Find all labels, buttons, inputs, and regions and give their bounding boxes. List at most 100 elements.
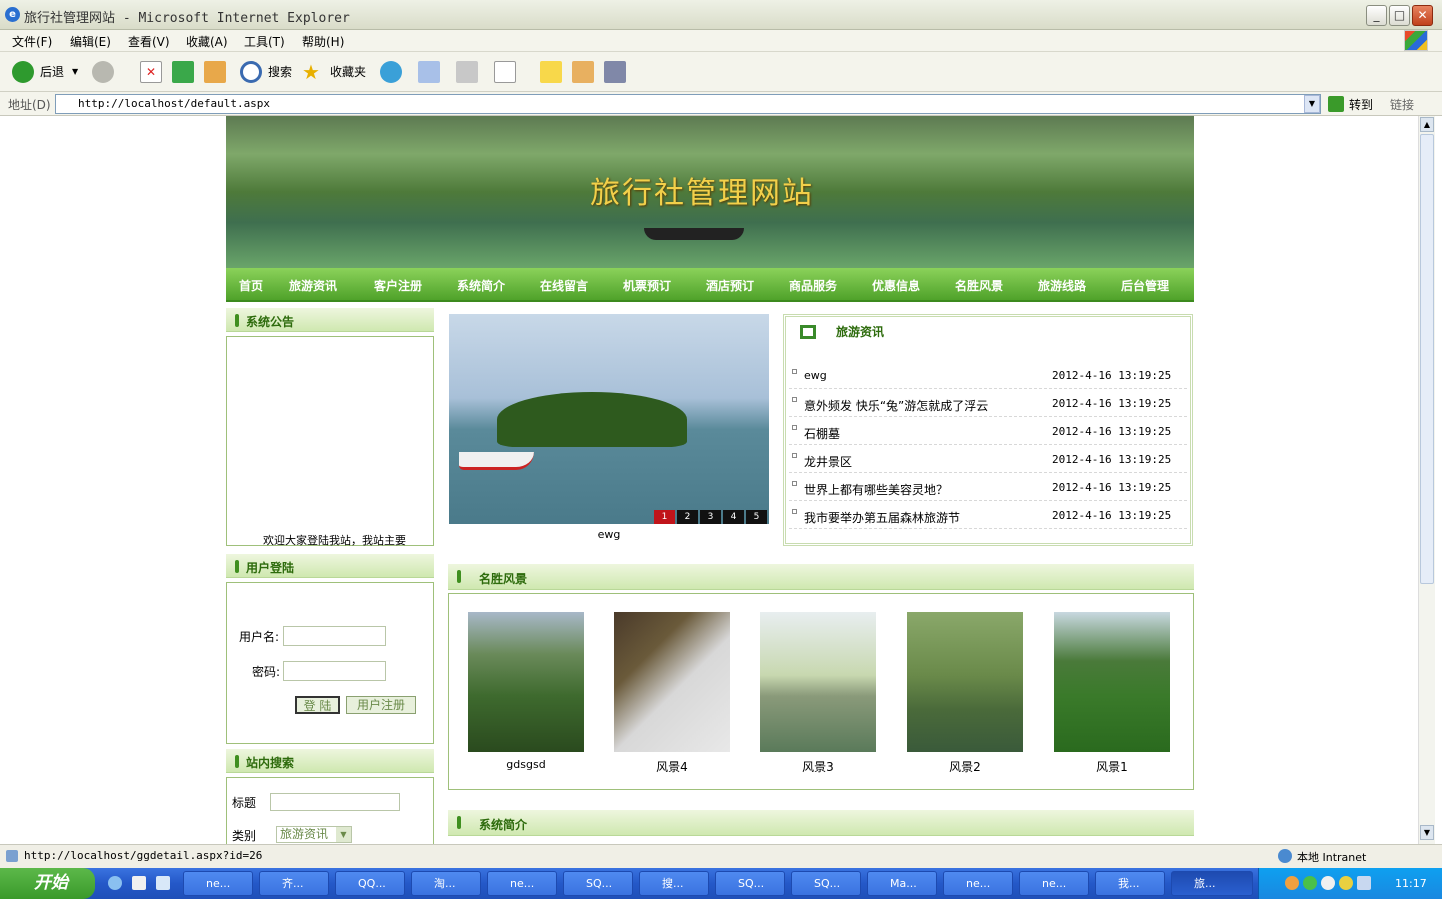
taskbar-item[interactable]: SQ... (563, 871, 633, 896)
news-item[interactable]: 我市要举办第五届森林旅游节 2012-4-16 13:19:25 (789, 501, 1187, 529)
nav-admin[interactable]: 后台管理 (1121, 277, 1169, 294)
scenery-caption[interactable]: 风景2 (907, 758, 1023, 775)
tray-icon[interactable] (1321, 876, 1335, 890)
taskbar-item[interactable]: QQ... (335, 871, 405, 896)
scenery-photo[interactable] (614, 612, 730, 752)
taskbar-item[interactable]: 齐... (259, 871, 329, 896)
news-item-title[interactable]: 世界上都有哪些美容灵地？ (804, 481, 948, 498)
news-item[interactable]: 龙井景区 2012-4-16 13:19:25 (789, 445, 1187, 473)
scroll-down-icon[interactable]: ▼ (1420, 825, 1434, 840)
news-item-title[interactable]: 石棚墓 (804, 425, 840, 442)
go-button[interactable]: 转到 (1349, 96, 1373, 113)
scenery-photo[interactable] (760, 612, 876, 752)
refresh-icon[interactable] (172, 61, 194, 83)
taskbar-item[interactable]: ne... (183, 871, 253, 896)
scenery-photo[interactable] (907, 612, 1023, 752)
scenery-caption[interactable]: 风景3 (760, 758, 876, 775)
nav-home[interactable]: 首页 (239, 277, 263, 294)
news-item[interactable]: ewg 2012-4-16 13:19:25 (789, 361, 1187, 389)
news-item-title[interactable]: 意外频发 快乐“兔”游怎就成了浮云 (804, 397, 988, 414)
slideshow-caption[interactable]: ewg (449, 528, 769, 541)
address-dropdown-icon[interactable]: ▼ (1304, 95, 1320, 113)
history-icon[interactable] (380, 61, 402, 83)
menu-file[interactable]: 文件(F) (12, 33, 52, 50)
tray-icon[interactable] (1285, 876, 1299, 890)
nav-guestbook[interactable]: 在线留言 (540, 277, 588, 294)
home-icon[interactable] (204, 61, 226, 83)
nav-flight[interactable]: 机票预订 (623, 277, 671, 294)
back-dropdown-icon[interactable]: ▼ (72, 60, 78, 84)
scroll-up-icon[interactable]: ▲ (1420, 117, 1434, 132)
ie-quicklaunch-icon[interactable] (108, 876, 122, 890)
favorites-star-icon[interactable]: ★ (302, 60, 320, 84)
slideshow-image[interactable]: 1 2 3 4 5 (449, 314, 769, 524)
news-item-title[interactable]: 龙井景区 (804, 453, 852, 470)
taskbar-item[interactable]: 淘... (411, 871, 481, 896)
close-button[interactable]: ✕ (1412, 5, 1433, 26)
scroll-thumb[interactable] (1420, 134, 1434, 584)
nav-about[interactable]: 系统简介 (457, 277, 505, 294)
scenery-photo[interactable] (1054, 612, 1170, 752)
scenery-item[interactable]: 风景2 (907, 612, 1023, 774)
login-button[interactable]: 登 陆 (295, 696, 340, 714)
scenery-caption[interactable]: 风景1 (1054, 758, 1170, 775)
nav-offers[interactable]: 优惠信息 (872, 277, 920, 294)
scenery-item[interactable]: 风景1 (1054, 612, 1170, 774)
taskbar-item[interactable]: ne... (943, 871, 1013, 896)
mail-icon[interactable] (418, 61, 440, 83)
slide-4-button[interactable]: 4 (723, 510, 744, 524)
quicklaunch-icon[interactable] (132, 876, 146, 890)
scenery-photo[interactable] (468, 612, 584, 752)
media-icon[interactable] (604, 61, 626, 83)
search-type-select[interactable]: 旅游资讯 ▼ (276, 826, 352, 843)
nav-scenery[interactable]: 名胜风景 (955, 277, 1003, 294)
news-item-title[interactable]: ewg (804, 369, 827, 382)
news-item[interactable]: 意外频发 快乐“兔”游怎就成了浮云 2012-4-16 13:19:25 (789, 389, 1187, 417)
username-input[interactable] (283, 626, 386, 646)
nav-goods[interactable]: 商品服务 (789, 277, 837, 294)
nav-register[interactable]: 客户注册 (374, 277, 422, 294)
print-icon[interactable] (456, 61, 478, 83)
nav-hotel[interactable]: 酒店预订 (706, 277, 754, 294)
search-icon[interactable] (240, 61, 262, 83)
tray-icon[interactable] (1339, 876, 1353, 890)
tray-icon[interactable] (1303, 876, 1317, 890)
taskbar-item[interactable]: ne... (487, 871, 557, 896)
slide-1-button[interactable]: 1 (654, 510, 675, 524)
taskbar-item[interactable]: SQ... (791, 871, 861, 896)
scenery-item[interactable]: 风景3 (760, 612, 876, 774)
password-input[interactable] (283, 661, 386, 681)
forward-arrow-icon[interactable] (92, 61, 114, 83)
news-item[interactable]: 石棚墓 2012-4-16 13:19:25 (789, 417, 1187, 445)
quicklaunch-icon[interactable] (156, 876, 170, 890)
slide-3-button[interactable]: 3 (700, 510, 721, 524)
address-input[interactable]: http://localhost/default.aspx (55, 94, 1321, 114)
menu-tools[interactable]: 工具(T) (244, 33, 285, 50)
start-button[interactable]: 开始 (0, 868, 95, 899)
back-button[interactable]: 后退 (40, 60, 64, 84)
menu-view[interactable]: 查看(V) (128, 33, 170, 50)
edit-icon[interactable] (494, 61, 516, 83)
taskbar-item[interactable]: Ma... (867, 871, 937, 896)
taskbar-item-active[interactable]: 旅... (1171, 871, 1253, 896)
nav-routes[interactable]: 旅游线路 (1038, 277, 1086, 294)
slide-2-button[interactable]: 2 (677, 510, 698, 524)
clock[interactable]: 11:17 (1395, 877, 1427, 890)
scenery-item[interactable]: 风景4 (614, 612, 730, 774)
favorites-button[interactable]: 收藏夹 (330, 60, 366, 84)
menu-edit[interactable]: 编辑(E) (70, 33, 111, 50)
taskbar-item[interactable]: 搜... (639, 871, 709, 896)
taskbar-item[interactable]: ne... (1019, 871, 1089, 896)
news-item[interactable]: 世界上都有哪些美容灵地？ 2012-4-16 13:19:25 (789, 473, 1187, 501)
scenery-caption[interactable]: gdsgsd (468, 758, 584, 771)
menu-favorites[interactable]: 收藏(A) (186, 33, 228, 50)
scenery-item[interactable]: gdsgsd (468, 612, 584, 771)
scenery-caption[interactable]: 风景4 (614, 758, 730, 775)
news-item-title[interactable]: 我市要举办第五届森林旅游节 (804, 509, 960, 526)
back-arrow-icon[interactable] (12, 61, 34, 83)
chevron-down-icon[interactable]: ▼ (336, 827, 351, 842)
note-icon[interactable] (540, 61, 562, 83)
tray-icon[interactable] (1357, 876, 1371, 890)
taskbar-item[interactable]: SQ... (715, 871, 785, 896)
vertical-scrollbar[interactable]: ▲ ▼ (1418, 116, 1435, 844)
